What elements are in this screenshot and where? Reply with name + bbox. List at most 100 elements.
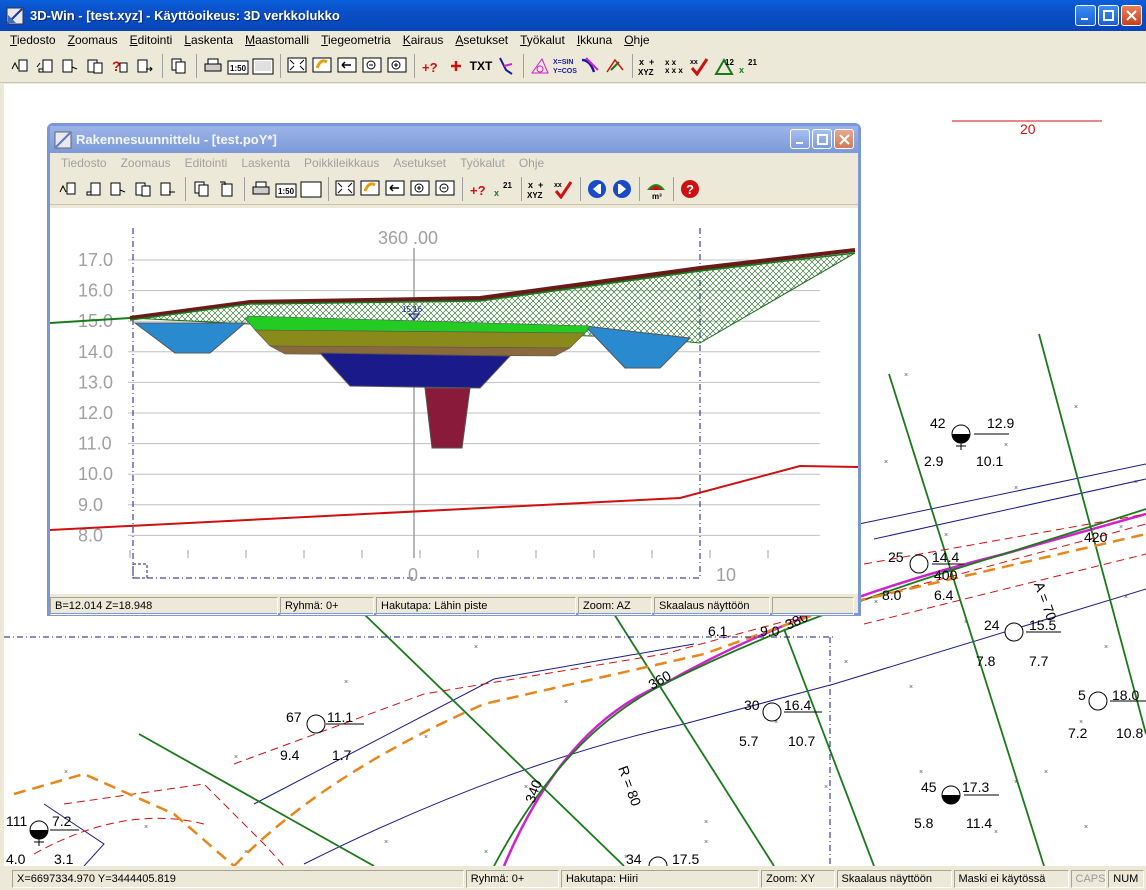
check-points-button[interactable]: xx: [687, 54, 711, 78]
renumber-21-button[interactable]: x 21: [737, 54, 761, 78]
menu-item-3[interactable]: Laskenta: [178, 33, 239, 47]
child-copy-button[interactable]: [190, 177, 214, 201]
child-menu-item-1[interactable]: Zoomaus: [114, 156, 178, 170]
child-print-scale-button[interactable]: 1:50: [274, 177, 298, 201]
cross-section-canvas[interactable]: 17.0 16.0 15.0 14.0 13.0 12.0 11.0 10.0 9.0 8.0: [50, 208, 858, 594]
curve-tool-button[interactable]: [578, 54, 602, 78]
minimize-icon: [1081, 18, 1088, 20]
close-button[interactable]: [1121, 5, 1142, 26]
main-toolbar: ? 1:50 +? TXT X=SIN Y=COS x + XYZ x xx x x …: [0, 50, 1146, 83]
print-scale-button[interactable]: 1:50: [226, 54, 250, 78]
menu-item-7[interactable]: Asetukset: [449, 33, 514, 47]
save-as-button[interactable]: [83, 54, 107, 78]
child-menu-item-6[interactable]: Työkalut: [453, 156, 512, 170]
menu-item-6[interactable]: Kairaus: [397, 33, 450, 47]
child-zoom-window-button[interactable]: [358, 177, 382, 201]
svg-text:×: ×: [844, 659, 848, 666]
child-xyz-button[interactable]: x + XYZ: [526, 177, 550, 201]
menu-item-9[interactable]: Ikkuna: [571, 33, 618, 47]
y-tick-label: 11.0: [78, 434, 112, 454]
child-zoom-previous-button[interactable]: [383, 177, 407, 201]
zoom-window-button[interactable]: [310, 54, 334, 78]
print-preview-button[interactable]: [251, 54, 275, 78]
toolbar-separator: [414, 54, 415, 78]
child-save-button[interactable]: [106, 177, 130, 201]
next-section-button[interactable]: [610, 177, 634, 201]
child-paste-button[interactable]: [215, 177, 239, 201]
child-zoom-all-button[interactable]: [333, 177, 357, 201]
menu-item-5[interactable]: Tiegeometria: [315, 33, 397, 47]
volume-button[interactable]: m³: [644, 177, 668, 201]
map-label: 5.7: [739, 733, 759, 749]
measure-button[interactable]: [603, 54, 627, 78]
line-tool-button[interactable]: [494, 54, 518, 78]
toolbar-separator: [328, 176, 329, 201]
child-check-button[interactable]: xx: [551, 177, 575, 201]
cross-section-drawing[interactable]: 17.016.015.014.013.012.011.010.09.08.0 3…: [50, 208, 858, 594]
import-button[interactable]: ?: [108, 54, 132, 78]
child-maximize-button[interactable]: [812, 129, 832, 149]
export-button[interactable]: [133, 54, 157, 78]
child-open-button[interactable]: [81, 177, 105, 201]
point-grid-button[interactable]: x xx x x: [662, 54, 686, 78]
menu-item-2[interactable]: Editointi: [124, 33, 179, 47]
child-menu-item-5[interactable]: Asetukset: [386, 156, 453, 170]
previous-section-button[interactable]: [585, 177, 609, 201]
add-point-query-button[interactable]: +?: [419, 54, 443, 78]
point-elevation-label: 15.16: [402, 305, 423, 314]
app-icon: [6, 7, 24, 24]
angle-button[interactable]: [528, 54, 552, 78]
menu-item-10[interactable]: Ohje: [618, 33, 655, 47]
xyz-add-button[interactable]: x + XYZ: [637, 54, 661, 78]
menu-item-1[interactable]: Zoomaus: [62, 33, 124, 47]
child-menu-item-0[interactable]: Tiedosto: [54, 156, 114, 170]
child-menu-item-2[interactable]: Editointi: [178, 156, 235, 170]
print-button[interactable]: [201, 54, 225, 78]
import-question-icon: ?: [112, 58, 128, 74]
copy-button[interactable]: [167, 54, 191, 78]
child-zoom-out-button[interactable]: [433, 177, 457, 201]
child-zoom-in-button[interactable]: [408, 177, 432, 201]
child-window-rakennesuunnittelu[interactable]: Rakennesuunnittelu - [test.poY*] Tiedost…: [47, 123, 861, 616]
child-save-as-button[interactable]: [131, 177, 155, 201]
child-add-query-button[interactable]: +?: [467, 177, 491, 201]
child-export-button[interactable]: [156, 177, 180, 201]
close-icon: [1126, 10, 1137, 21]
text-button[interactable]: TXT: [469, 54, 493, 78]
open-file-button[interactable]: [33, 54, 57, 78]
save-file-button[interactable]: [58, 54, 82, 78]
add-point-button[interactable]: [444, 54, 468, 78]
new-file-button[interactable]: [8, 54, 32, 78]
minimize-button[interactable]: [1075, 5, 1096, 26]
map-label: 42: [930, 415, 946, 431]
map-label: 10.8: [1116, 725, 1143, 741]
child-titlebar[interactable]: Rakennesuunnittelu - [test.poY*]: [50, 126, 858, 153]
child-print-preview-button[interactable]: [299, 177, 323, 201]
zoom-all-button[interactable]: [285, 54, 309, 78]
child-menu-item-7[interactable]: Ohje: [512, 156, 551, 170]
text-tool-label: TXT: [469, 59, 493, 73]
menu-item-0[interactable]: Tiedosto: [4, 33, 62, 47]
map-label: 6.4: [934, 587, 954, 603]
zoom-out-button[interactable]: [360, 54, 384, 78]
menu-item-8[interactable]: Työkalut: [514, 33, 571, 47]
help-button[interactable]: ?: [678, 177, 702, 201]
svg-text:×: ×: [909, 684, 913, 691]
sincos-button[interactable]: X=SIN Y=COS: [553, 54, 577, 78]
child-menu-item-3[interactable]: Laskenta: [234, 156, 297, 170]
child-minimize-button[interactable]: [790, 129, 810, 149]
maximize-icon: [816, 133, 828, 145]
child-print-button[interactable]: [249, 177, 273, 201]
main-titlebar[interactable]: 3D-Win - [test.xyz] - Käyttöoikeus: 3D v…: [0, 0, 1146, 31]
child-renumber-button[interactable]: x 21: [492, 177, 516, 201]
menu-item-4[interactable]: Maastomalli: [239, 33, 315, 47]
maximize-button[interactable]: [1098, 5, 1119, 26]
renumber-12-button[interactable]: 12: [712, 54, 736, 78]
child-new-button[interactable]: [56, 177, 80, 201]
svg-text:×: ×: [64, 769, 68, 776]
zoom-previous-button[interactable]: [335, 54, 359, 78]
zoom-in-button[interactable]: [385, 54, 409, 78]
svg-text:21: 21: [748, 58, 757, 67]
child-menu-item-4[interactable]: Poikkileikkaus: [297, 156, 386, 170]
child-close-button[interactable]: [834, 129, 854, 149]
